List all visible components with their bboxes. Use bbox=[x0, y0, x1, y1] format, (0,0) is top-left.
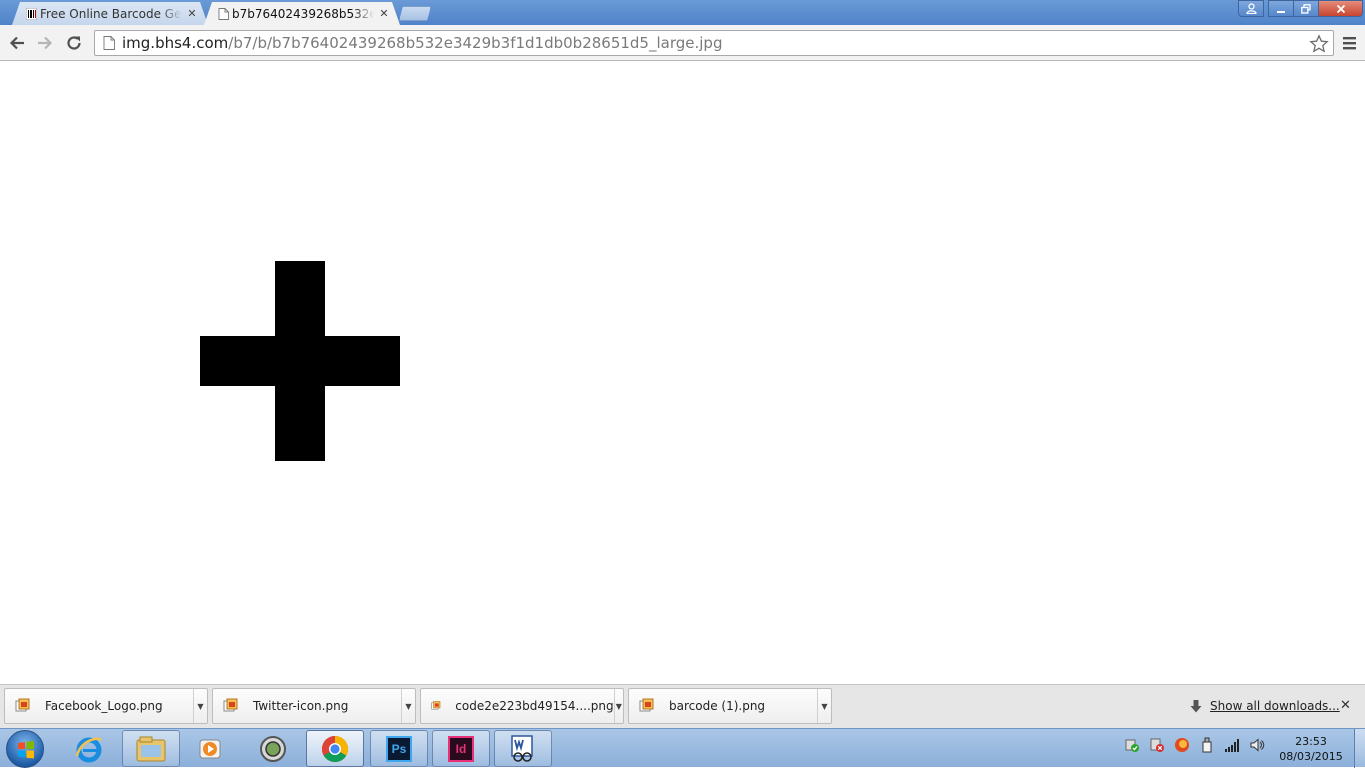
windows-logo-icon bbox=[18, 741, 34, 759]
show-all-downloads-link[interactable]: Show all downloads... bbox=[1210, 699, 1340, 713]
restore-button[interactable] bbox=[1293, 0, 1319, 17]
tab-close-icon[interactable]: ✕ bbox=[378, 7, 390, 20]
taskbar-media-player[interactable] bbox=[182, 730, 240, 767]
show-desktop-button[interactable] bbox=[1354, 729, 1365, 768]
image-file-icon bbox=[431, 701, 441, 710]
url-path: /b7/b/b7b76402439268b532e3429b3f1d1db0b2… bbox=[228, 34, 723, 52]
download-filename: barcode (1).png bbox=[669, 699, 766, 713]
tab-close-icon[interactable]: ✕ bbox=[186, 7, 198, 20]
download-filename: Facebook_Logo.png bbox=[45, 699, 163, 713]
tab-image[interactable]: b7b76402439268b532e3429b3f1d1db0b28651d5… bbox=[204, 2, 400, 25]
reload-button[interactable] bbox=[63, 32, 85, 54]
window-titlebar: Free Online Barcode Generator ✕ b7b76402… bbox=[0, 0, 1365, 25]
usb-device-icon[interactable] bbox=[1199, 737, 1215, 753]
plus-horizontal-bar bbox=[200, 336, 400, 386]
browser-toolbar: img.bhs4.com/b7/b/b7b76402439268b532e342… bbox=[0, 25, 1365, 61]
start-button[interactable] bbox=[6, 730, 44, 768]
profile-button[interactable] bbox=[1238, 0, 1264, 17]
taskbar-indesign[interactable]: Id bbox=[432, 730, 490, 767]
taskbar-photoshop[interactable]: Ps bbox=[370, 730, 428, 767]
taskbar-app[interactable] bbox=[244, 730, 302, 767]
download-filename: Twitter-icon.png bbox=[253, 699, 349, 713]
app-tray-icon[interactable] bbox=[1174, 737, 1190, 753]
word-icon bbox=[511, 734, 533, 762]
back-button[interactable] bbox=[6, 32, 28, 54]
image-file-icon bbox=[639, 698, 654, 712]
reload-icon bbox=[67, 36, 81, 50]
user-icon bbox=[1245, 3, 1257, 14]
minimize-icon bbox=[1277, 10, 1285, 13]
close-shelf-icon[interactable]: ✕ bbox=[1340, 698, 1351, 713]
download-shelf: Facebook_Logo.png ▼ Twitter-icon.png ▼ c… bbox=[0, 684, 1365, 728]
app-icon bbox=[260, 735, 286, 762]
download-arrow-icon bbox=[1190, 699, 1202, 712]
taskbar-chrome[interactable] bbox=[306, 730, 364, 767]
arrow-right-icon bbox=[38, 36, 53, 50]
system-tray bbox=[1124, 737, 1265, 753]
new-tab-button[interactable] bbox=[399, 6, 431, 21]
network-error-icon[interactable] bbox=[1149, 737, 1165, 753]
minimize-button[interactable] bbox=[1268, 0, 1294, 17]
forward-button[interactable] bbox=[34, 32, 56, 54]
download-item[interactable]: Facebook_Logo.png ▼ bbox=[4, 688, 208, 724]
chevron-down-icon[interactable]: ▼ bbox=[613, 689, 623, 723]
volume-icon[interactable] bbox=[1249, 737, 1265, 753]
download-item[interactable]: Twitter-icon.png ▼ bbox=[212, 688, 416, 724]
barcode-favicon-icon bbox=[26, 8, 37, 20]
security-icon[interactable] bbox=[1124, 737, 1140, 753]
download-item[interactable]: barcode (1).png ▼ bbox=[628, 688, 832, 724]
chevron-down-icon[interactable]: ▼ bbox=[817, 689, 831, 723]
tab-title: b7b76402439268b532e3429b3f1d1db0b28651d5… bbox=[232, 6, 374, 21]
restore-icon bbox=[1301, 3, 1311, 14]
address-bar[interactable]: img.bhs4.com/b7/b/b7b76402439268b532e342… bbox=[94, 30, 1334, 56]
chevron-down-icon[interactable]: ▼ bbox=[401, 689, 415, 723]
clock-date: 08/03/2015 bbox=[1279, 750, 1343, 763]
taskbar-clock[interactable]: 23:53 08/03/2015 bbox=[1276, 734, 1346, 764]
taskbar-file-explorer[interactable] bbox=[122, 730, 180, 767]
photoshop-label: Ps bbox=[391, 741, 407, 756]
arrow-left-icon bbox=[9, 36, 24, 50]
show-all-downloads[interactable]: Show all downloads... bbox=[1190, 699, 1340, 713]
bookmark-star-icon[interactable] bbox=[1309, 34, 1329, 54]
taskbar-internet-explorer[interactable] bbox=[60, 730, 118, 767]
url-text: img.bhs4.com/b7/b/b7b76402439268b532e342… bbox=[122, 34, 722, 52]
file-explorer-icon bbox=[136, 736, 166, 761]
internet-explorer-icon bbox=[75, 737, 102, 762]
indesign-icon: Id bbox=[448, 735, 474, 762]
signal-icon[interactable] bbox=[1224, 737, 1240, 753]
plus-sign-image bbox=[200, 261, 400, 461]
tab-title: Free Online Barcode Generator bbox=[40, 6, 182, 21]
taskbar-word[interactable] bbox=[494, 730, 552, 767]
close-icon bbox=[1336, 4, 1345, 13]
chevron-down-icon[interactable]: ▼ bbox=[193, 689, 207, 723]
clock-time: 23:53 bbox=[1295, 735, 1327, 748]
tab-barcode-generator[interactable]: Free Online Barcode Generator ✕ bbox=[12, 2, 208, 25]
page-icon bbox=[218, 8, 229, 20]
download-filename: code2e223bd49154....png bbox=[455, 699, 614, 713]
media-player-icon bbox=[199, 739, 221, 758]
photoshop-icon: Ps bbox=[386, 735, 412, 762]
chrome-icon bbox=[321, 735, 349, 762]
image-file-icon bbox=[15, 698, 30, 712]
url-host: img.bhs4.com bbox=[122, 34, 229, 52]
image-file-icon bbox=[223, 698, 238, 712]
windows-taskbar: Ps Id 23:53 08/03/2015 bbox=[0, 728, 1365, 768]
close-window-button[interactable] bbox=[1318, 0, 1363, 17]
indesign-label: Id bbox=[455, 741, 467, 756]
page-icon bbox=[103, 36, 115, 50]
menu-icon[interactable] bbox=[1340, 34, 1360, 52]
page-content bbox=[0, 62, 1365, 684]
download-item[interactable]: code2e223bd49154....png ▼ bbox=[420, 688, 624, 724]
